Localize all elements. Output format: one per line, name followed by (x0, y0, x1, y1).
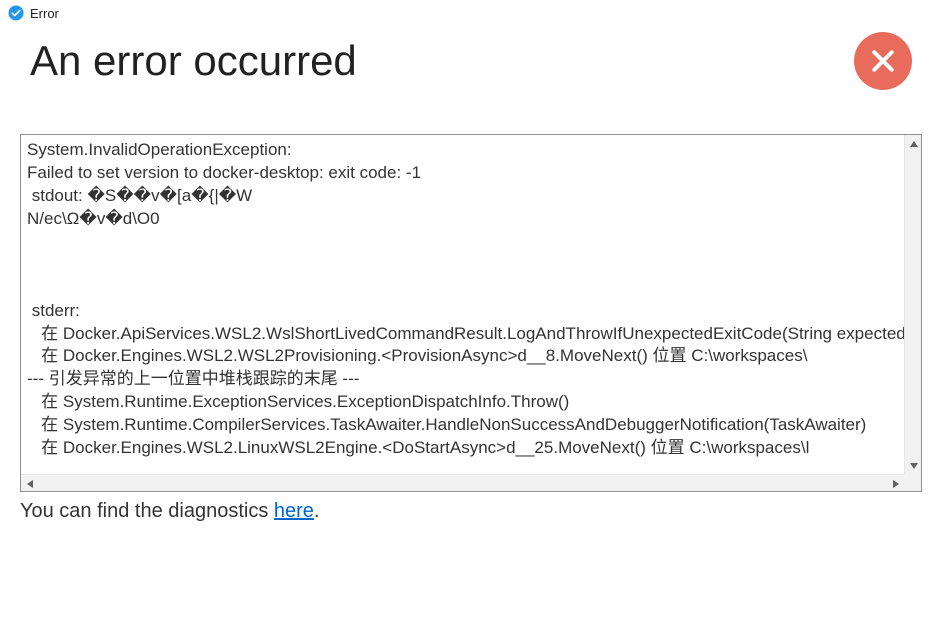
scroll-right-arrow[interactable] (887, 475, 904, 492)
error-textbox[interactable]: System.InvalidOperationException: Failed… (20, 134, 922, 492)
titlebar: Error (0, 0, 942, 26)
scroll-down-arrow[interactable] (905, 457, 922, 474)
scroll-corner (904, 474, 921, 491)
docker-icon (8, 5, 24, 21)
scroll-left-arrow[interactable] (21, 475, 38, 492)
footer-prefix: You can find the diagnostics (20, 500, 274, 522)
titlebar-label: Error (30, 6, 59, 21)
horizontal-scrollbar[interactable] (21, 474, 904, 491)
diagnostics-link[interactable]: here (274, 500, 314, 522)
header-row: An error occurred (0, 26, 942, 100)
error-text: System.InvalidOperationException: Failed… (21, 135, 904, 474)
error-close-button[interactable] (854, 32, 912, 90)
diagnostics-footer: You can find the diagnostics here. (0, 492, 942, 523)
vertical-scrollbar[interactable] (904, 135, 921, 474)
scroll-up-arrow[interactable] (905, 135, 922, 152)
close-icon (868, 46, 898, 76)
footer-suffix: . (314, 500, 320, 522)
page-title: An error occurred (30, 37, 357, 85)
